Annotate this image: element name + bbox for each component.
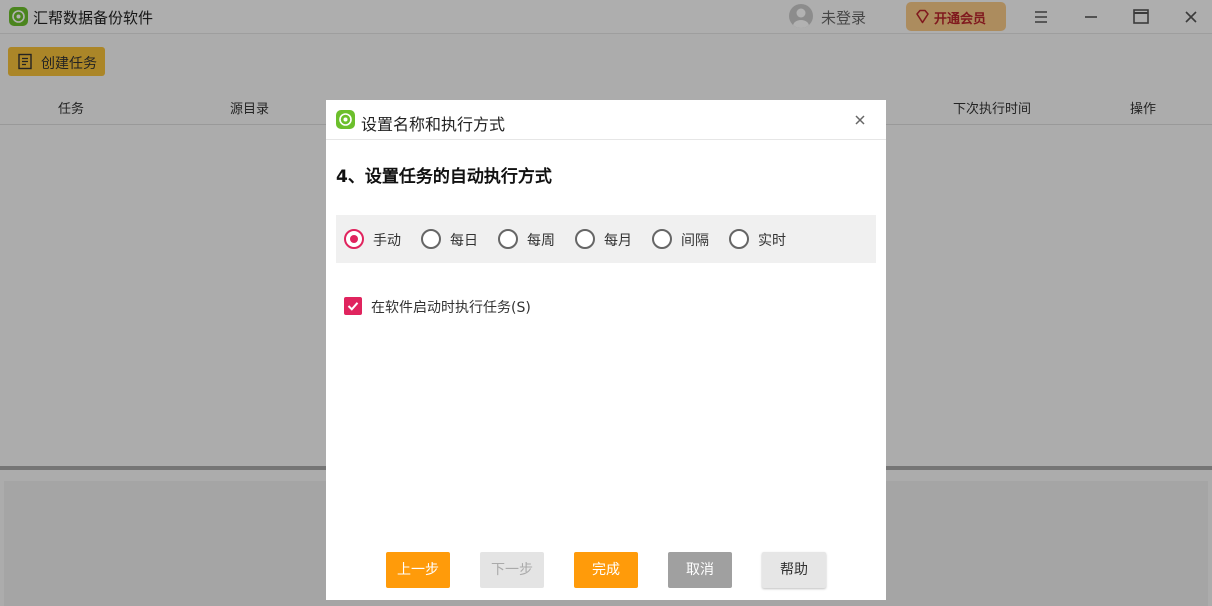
checkbox-label: 在软件启动时执行任务(S) [371,300,531,316]
next-step-button[interactable]: 下一步 [480,552,544,588]
radio-label: 每日 [450,233,478,249]
step-title: 4、设置任务的自动执行方式 [336,167,552,187]
radio-label: 实时 [758,233,786,249]
radio-label: 手动 [373,233,401,249]
task-settings-dialog: 设置名称和执行方式 4、设置任务的自动执行方式 手动 每日 每周 每月 间隔 实 [326,100,886,600]
execution-mode-group: 手动 每日 每周 每月 间隔 实时 [336,215,876,263]
cancel-button[interactable]: 取消 [668,552,732,588]
finish-button[interactable]: 完成 [574,552,638,588]
help-button[interactable]: 帮助 [762,552,826,588]
close-icon[interactable] [852,112,868,128]
checkbox-checked-icon [344,297,362,315]
radio-label: 每周 [527,233,555,249]
radio-label: 间隔 [681,233,709,249]
radio-label: 每月 [604,233,632,249]
dialog-header: 设置名称和执行方式 [326,100,886,140]
dialog-title: 设置名称和执行方式 [361,115,506,134]
dialog-logo-icon [336,110,355,129]
previous-step-button[interactable]: 上一步 [386,552,450,588]
